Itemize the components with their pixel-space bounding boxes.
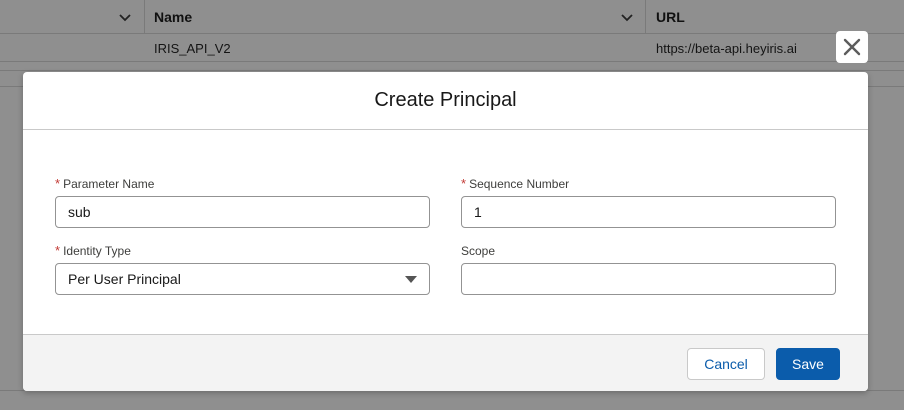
close-modal-button[interactable]	[836, 31, 868, 63]
modal-header: Create Principal	[23, 72, 868, 130]
scope-input[interactable]	[461, 263, 836, 295]
label-text: Identity Type	[63, 244, 131, 258]
required-marker: *	[55, 243, 61, 258]
table-divider	[0, 70, 904, 71]
required-marker: *	[461, 176, 467, 191]
cell-url: https://beta-api.heyiris.ai	[656, 40, 797, 56]
close-icon	[843, 38, 861, 56]
column-sort-chevron[interactable]	[118, 0, 132, 34]
modal-body: * Parameter Name * Sequence Number * Ide…	[23, 130, 868, 334]
required-marker: *	[55, 176, 61, 191]
save-button[interactable]: Save	[776, 348, 840, 380]
table-header: Name URL	[0, 0, 904, 34]
column-divider	[645, 0, 646, 34]
column-header-url[interactable]: URL	[656, 0, 685, 34]
scope-label: Scope	[461, 243, 836, 259]
cell-name: IRIS_API_V2	[154, 40, 231, 56]
column-header-name[interactable]: Name	[154, 0, 192, 34]
cancel-button[interactable]: Cancel	[687, 348, 765, 380]
modal-title: Create Principal	[374, 89, 517, 111]
modal-footer: Cancel Save	[23, 334, 868, 391]
label-text: Scope	[461, 244, 496, 258]
chevron-down-icon	[621, 14, 633, 22]
create-principal-modal: Create Principal * Parameter Name * Sequ…	[23, 72, 868, 391]
identity-type-select[interactable]: Per User Principal	[55, 263, 430, 295]
sequence-number-label: * Sequence Number	[461, 176, 836, 192]
column-header-label: Name	[154, 9, 193, 25]
scope-field: Scope	[461, 243, 836, 295]
caret-down-icon	[405, 275, 417, 283]
column-name-chevron[interactable]	[620, 0, 634, 34]
sequence-number-input[interactable]	[461, 196, 836, 228]
label-text: Parameter Name	[63, 177, 155, 191]
label-text: Sequence Number	[469, 177, 570, 191]
column-header-label: URL	[656, 9, 685, 25]
identity-type-label: * Identity Type	[55, 243, 430, 259]
selected-value: Per User Principal	[68, 271, 181, 287]
parameter-name-field: * Parameter Name	[55, 176, 430, 228]
table-row[interactable]: IRIS_API_V2 https://beta-api.heyiris.ai	[0, 34, 904, 62]
chevron-down-icon	[119, 14, 131, 22]
column-divider	[144, 0, 145, 34]
identity-type-field: * Identity Type Per User Principal	[55, 243, 430, 295]
parameter-name-label: * Parameter Name	[55, 176, 430, 192]
sequence-number-field: * Sequence Number	[461, 176, 836, 228]
parameter-name-input[interactable]	[55, 196, 430, 228]
